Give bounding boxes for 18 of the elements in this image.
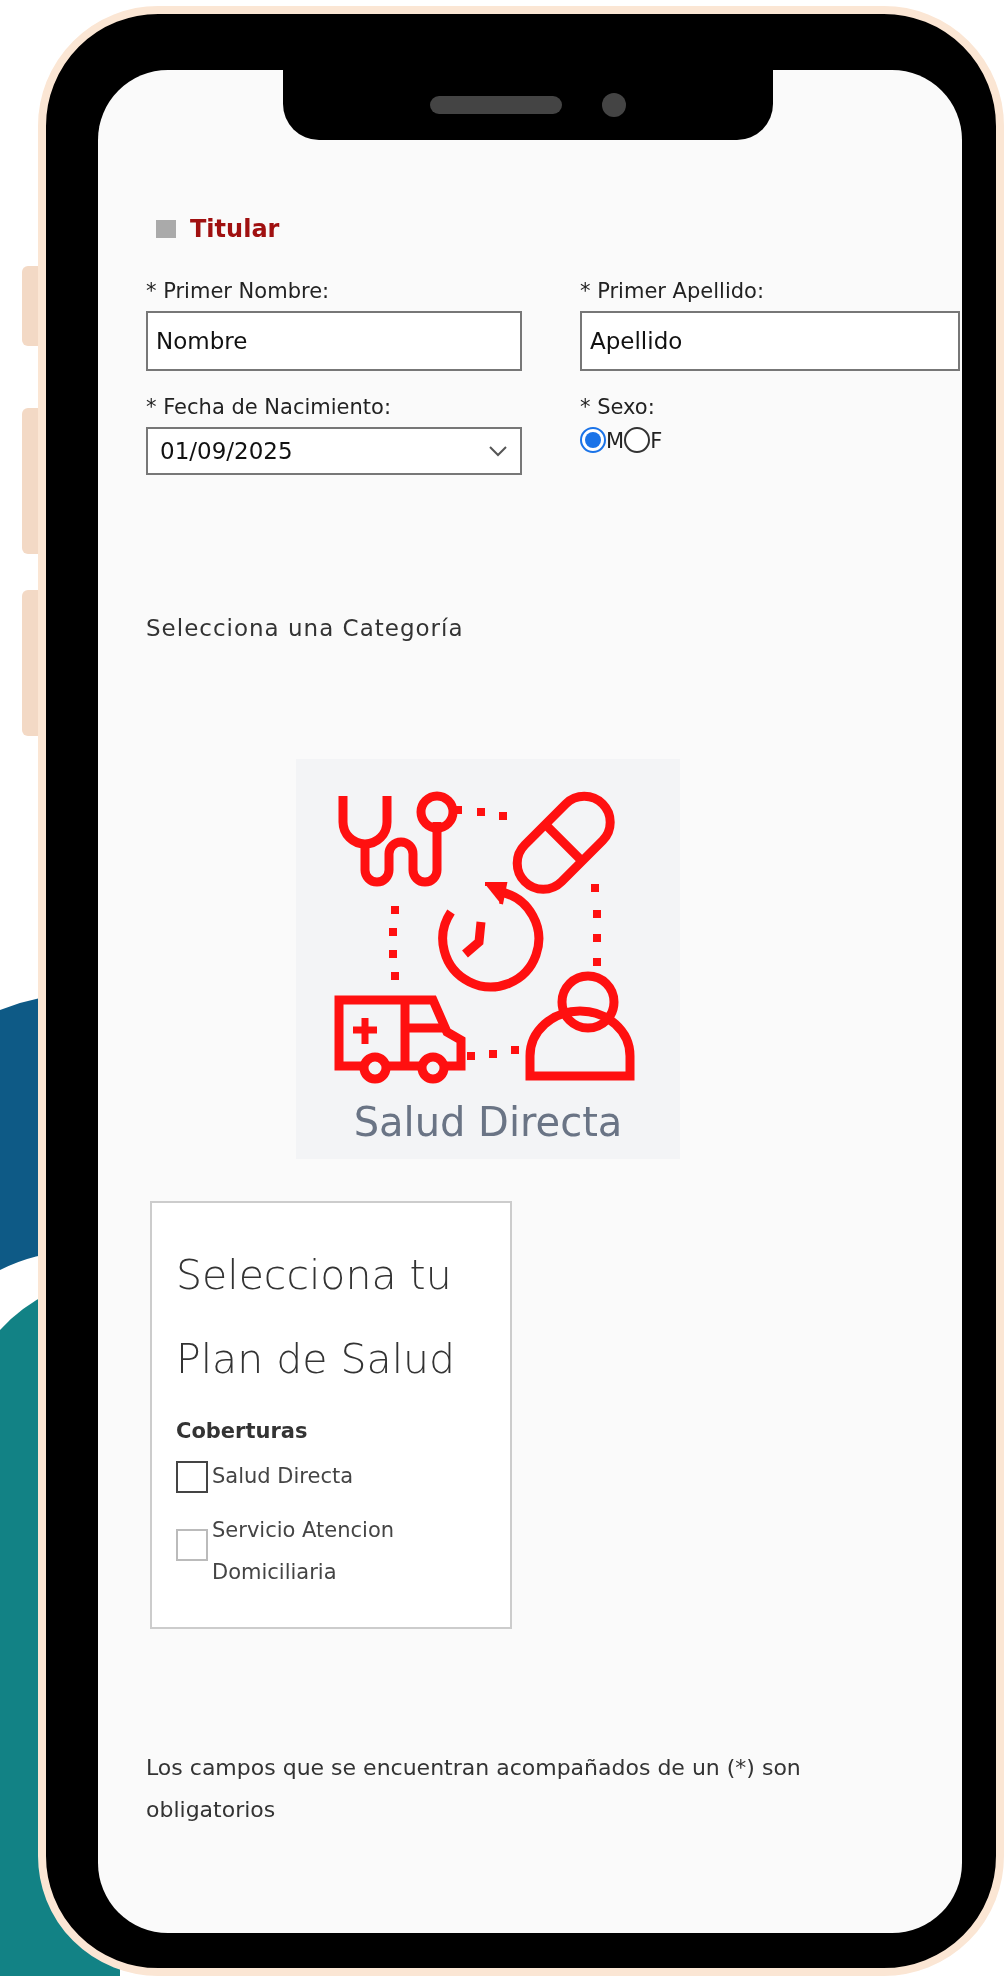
footnote: Los campos que se encuentran acompañados de un (*) son obligatorios bbox=[146, 1754, 802, 1824]
field-label: * Fecha de Nacimiento: bbox=[146, 395, 392, 419]
checkbox[interactable] bbox=[176, 1461, 208, 1493]
plan-title: Selecciona tu Plan de Salud bbox=[176, 1250, 457, 1385]
field-label: * Primer Nombre: bbox=[146, 279, 331, 303]
field-label: * Sexo: bbox=[580, 395, 656, 419]
category-card[interactable]: Salud Directa bbox=[296, 759, 680, 1159]
section-title: Titular bbox=[190, 215, 280, 243]
chevron-down-icon bbox=[488, 445, 508, 457]
checkbox-label: Salud Directa bbox=[212, 1463, 355, 1490]
category-heading: Selecciona una Categoría bbox=[146, 615, 465, 641]
date-picker[interactable]: 01/09/2025 bbox=[146, 427, 522, 475]
collapse-icon[interactable] bbox=[156, 220, 176, 238]
text-field[interactable]: Apellido bbox=[580, 311, 960, 371]
field-label: * Primer Apellido: bbox=[580, 279, 765, 303]
text-field[interactable]: Nombre bbox=[146, 311, 522, 371]
checkbox-label: Servicio Atencion Domiciliaria bbox=[212, 1517, 396, 1586]
plan-subtitle: Coberturas bbox=[176, 1419, 309, 1443]
